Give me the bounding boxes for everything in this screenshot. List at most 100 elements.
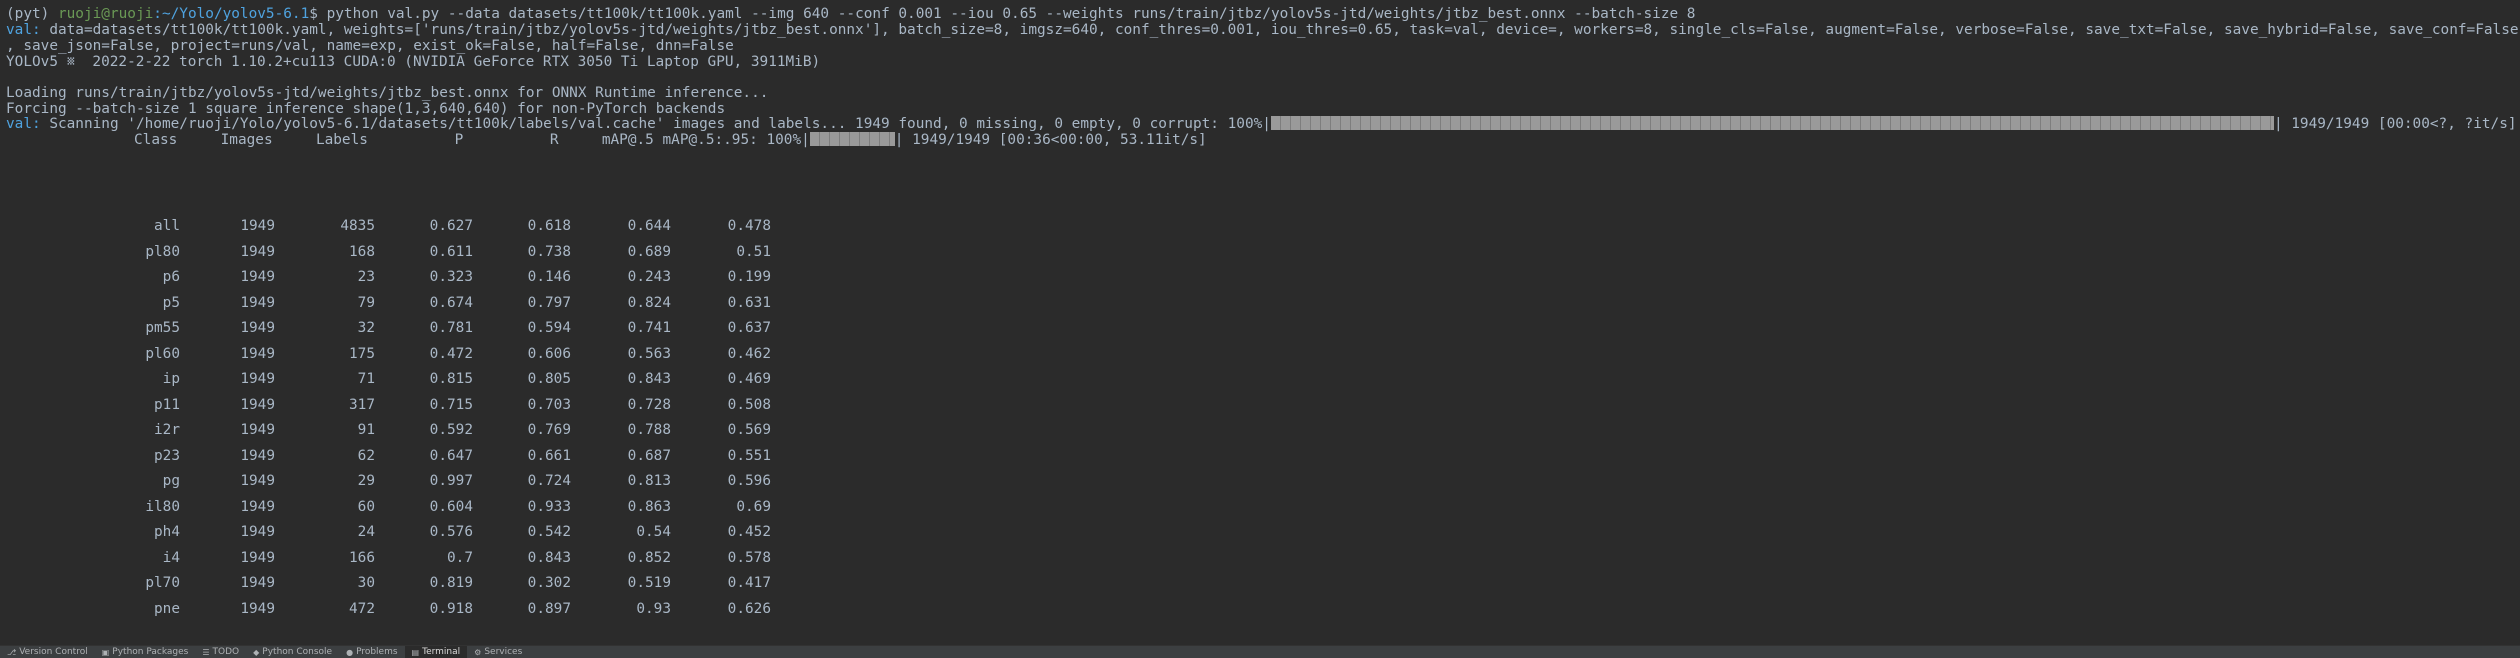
table-cell: 0.146 bbox=[527, 269, 571, 285]
table-cell: pm55 bbox=[145, 320, 180, 336]
table-cell: 1949 bbox=[240, 345, 275, 362]
table-cell: 0.93 bbox=[636, 600, 671, 617]
table-row: pl80 1949 168 0.611 0.738 0.689 0.51 bbox=[0, 240, 771, 266]
table-cell: ph4 bbox=[154, 524, 180, 540]
table-cell: 168 bbox=[349, 243, 375, 260]
table-cell: all bbox=[154, 218, 180, 234]
table-row: p5 1949 79 0.674 0.797 0.824 0.631 bbox=[0, 291, 771, 317]
map-progress-line: Class Images Labels P R mAP@.5 mAP@.5:.9… bbox=[134, 131, 1207, 149]
table-row: all 1949 4835 0.627 0.618 0.644 0.478 bbox=[0, 214, 771, 240]
scan-progress-tail: | 1949/1949 [00:00<?, ?it/s] bbox=[2273, 116, 2517, 132]
table-cell: 0.469 bbox=[727, 371, 771, 387]
table-cell: 0.724 bbox=[527, 473, 571, 489]
table-cell: 1949 bbox=[240, 218, 275, 234]
table-cell: p23 bbox=[154, 447, 180, 464]
tab-terminal[interactable]: ▤ Terminal bbox=[404, 646, 468, 658]
map-progress-tail: | 1949/1949 [00:36<00:00, 53.11it/s] bbox=[894, 132, 1207, 148]
table-cell: 0.323 bbox=[429, 269, 473, 285]
table-cell: 0.417 bbox=[727, 575, 771, 591]
table-cell: 0.933 bbox=[527, 498, 571, 515]
table-row: pl60 1949 175 0.472 0.606 0.563 0.462 bbox=[0, 342, 771, 368]
table-cell: 0.508 bbox=[727, 396, 771, 413]
table-row: il80 1949 60 0.604 0.933 0.863 0.69 bbox=[0, 495, 771, 521]
table-cell: 0.741 bbox=[627, 320, 671, 336]
table-cell: 1949 bbox=[240, 243, 275, 260]
table-cell: 0.852 bbox=[627, 549, 671, 566]
table-cell: 1949 bbox=[240, 498, 275, 515]
map-header-text: Class Images Labels P R mAP@.5 mAP@.5:.9… bbox=[134, 132, 810, 148]
table-cell: 29 bbox=[357, 473, 375, 489]
table-cell: 0.69 bbox=[736, 498, 771, 515]
table-cell: 0.813 bbox=[627, 473, 671, 489]
problems-icon: ● bbox=[346, 647, 354, 657]
prompt-user: ruoji@ruoji bbox=[57, 6, 154, 22]
table-cell: 1949 bbox=[240, 320, 275, 336]
table-cell: 1949 bbox=[240, 600, 275, 617]
table-row: i4 1949 166 0.7 0.843 0.852 0.578 bbox=[0, 546, 771, 572]
table-cell: 0.661 bbox=[527, 447, 571, 464]
table-cell: 0.569 bbox=[727, 422, 771, 438]
scan-text: Scanning '/home/ruoji/Yolo/yolov5-6.1/da… bbox=[40, 116, 1271, 132]
terminal-output[interactable]: (pyt) ruoji@ruoji:~/Yolo/yolov5-6.1$ pyt… bbox=[0, 0, 2520, 646]
table-cell: 0.51 bbox=[736, 243, 771, 260]
table-cell: 71 bbox=[357, 371, 375, 387]
table-cell: 0.611 bbox=[429, 243, 473, 260]
table-cell: 0.819 bbox=[429, 575, 473, 591]
table-cell: 0.199 bbox=[727, 269, 771, 285]
python-console-icon: ◆ bbox=[253, 647, 260, 657]
table-cell: 0.637 bbox=[727, 320, 771, 336]
table-cell: 0.452 bbox=[727, 524, 771, 540]
table-cell: 30 bbox=[357, 575, 375, 591]
table-cell: 0.243 bbox=[627, 269, 671, 285]
table-cell: il80 bbox=[145, 498, 180, 515]
table-cell: 0.478 bbox=[727, 218, 771, 234]
table-cell: 0.542 bbox=[527, 524, 571, 540]
tab-problems[interactable]: ● Problems bbox=[339, 646, 404, 658]
tab-label: Python Console bbox=[262, 647, 333, 657]
tab-label: Terminal bbox=[422, 647, 461, 657]
table-cell: i4 bbox=[162, 549, 180, 566]
results-table: all 1949 4835 0.627 0.618 0.644 0.478 pl80 1949 1… bbox=[0, 214, 771, 622]
table-cell: 0.805 bbox=[527, 371, 571, 387]
table-row: pm55 1949 32 0.781 0.594 0.741 0.637 bbox=[0, 316, 771, 342]
table-cell: 0.687 bbox=[627, 447, 671, 464]
table-cell: 32 bbox=[357, 320, 375, 336]
table-cell: 1949 bbox=[240, 422, 275, 438]
val-prefix: val: bbox=[6, 22, 41, 38]
table-cell: 0.843 bbox=[527, 549, 571, 566]
table-cell: pg bbox=[162, 473, 180, 489]
todo-icon: ☰ bbox=[202, 647, 210, 657]
table-row: p11 1949 317 0.715 0.703 0.728 0.508 bbox=[0, 393, 771, 419]
tab-label: Version Control bbox=[19, 647, 88, 657]
table-cell: 0.728 bbox=[627, 396, 671, 413]
table-cell: ip bbox=[162, 371, 180, 387]
tab-label: Python Packages bbox=[112, 647, 189, 657]
table-row: p6 1949 23 0.323 0.146 0.243 0.199 bbox=[0, 265, 771, 291]
table-cell: 0.627 bbox=[429, 218, 473, 234]
table-cell: 0.788 bbox=[627, 422, 671, 438]
scrolled-line-fragment bbox=[0, 0, 200, 3]
scan-prefix: val: bbox=[6, 116, 41, 132]
tab-version-control[interactable]: ⎇ Version Control bbox=[0, 646, 95, 658]
table-cell: 0.815 bbox=[429, 371, 473, 387]
table-cell: 60 bbox=[357, 498, 375, 515]
table-cell: i2r bbox=[154, 422, 180, 438]
table-cell: 0.519 bbox=[627, 575, 671, 591]
tab-services[interactable]: ⚙ Services bbox=[467, 646, 529, 658]
tab-python-console[interactable]: ◆ Python Console bbox=[246, 646, 339, 658]
table-cell: 317 bbox=[349, 396, 375, 413]
table-cell: p6 bbox=[162, 269, 180, 285]
prompt-env: (pyt) bbox=[6, 6, 58, 22]
tab-todo[interactable]: ☰ TODO bbox=[195, 646, 246, 658]
table-cell: 1949 bbox=[240, 396, 275, 413]
val-args-text: data=datasets/tt100k/tt100k.yaml, weight… bbox=[40, 22, 2519, 38]
table-cell: 0.897 bbox=[527, 600, 571, 617]
table-row: i2r 1949 91 0.592 0.769 0.788 0.569 bbox=[0, 418, 771, 444]
table-cell: 0.824 bbox=[627, 294, 671, 311]
table-cell: 1949 bbox=[240, 269, 275, 285]
table-cell: 0.54 bbox=[636, 524, 671, 540]
tab-label: Services bbox=[484, 647, 523, 657]
table-row: pl70 1949 30 0.819 0.302 0.519 0.417 bbox=[0, 571, 771, 597]
terminal-icon: ▤ bbox=[411, 647, 420, 657]
tab-python-packages[interactable]: ▣ Python Packages bbox=[95, 646, 196, 658]
